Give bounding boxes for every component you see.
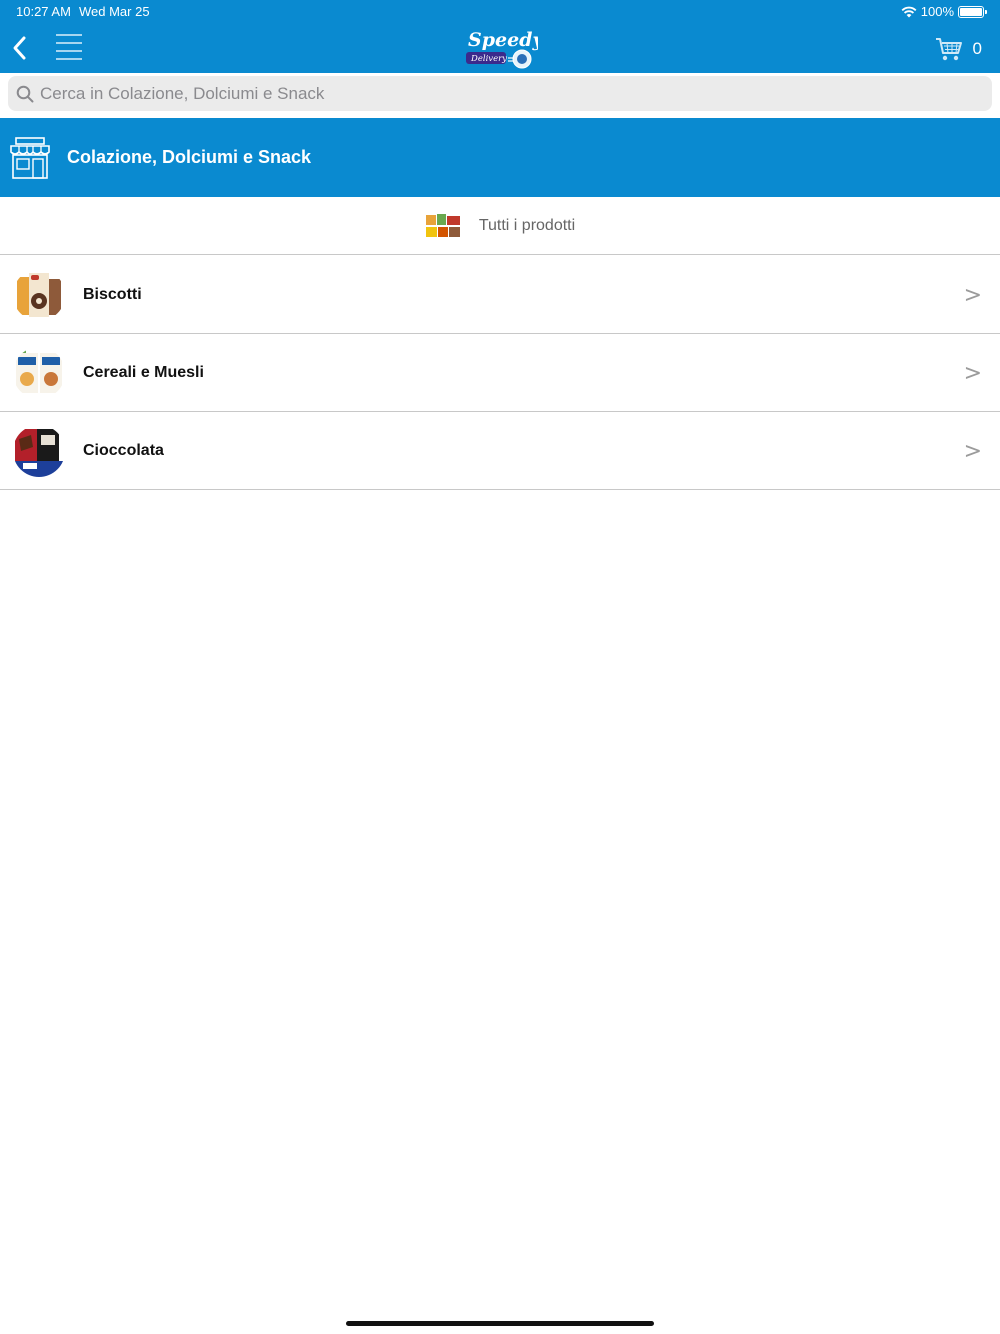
all-products-row[interactable]: Tutti i prodotti: [0, 197, 1000, 255]
svg-text:Delivery: Delivery: [470, 54, 507, 64]
biscotti-thumbnail: [13, 268, 65, 321]
cioccolata-thumbnail: [13, 424, 65, 477]
speedy-delivery-logo: Speedy Delivery: [466, 29, 538, 69]
cart-button[interactable]: 0: [935, 34, 982, 64]
products-thumbnail: [424, 212, 461, 239]
search-icon: [16, 85, 34, 102]
all-products-label: Tutti i prodotti: [478, 216, 576, 234]
status-date: Wed Mar 25: [79, 4, 150, 19]
list-item-label: Biscotti: [83, 285, 142, 303]
chevron-right-icon: >: [963, 283, 982, 308]
status-bar: 10:27 AM Wed Mar 25 100%: [16, 4, 987, 20]
store-icon: [10, 136, 50, 179]
list-item-label: Cereali e Muesli: [83, 363, 204, 381]
chevron-right-icon: >: [963, 439, 982, 464]
search-input[interactable]: [40, 83, 940, 104]
svg-text:Speedy: Speedy: [468, 29, 538, 51]
list-item-cioccolata[interactable]: Cioccolata >: [0, 412, 1000, 490]
category-header: Colazione, Dolciumi e Snack: [0, 118, 1000, 197]
wifi-icon: [901, 6, 917, 17]
battery-icon: [958, 5, 987, 18]
shopping-cart-icon: [935, 38, 962, 61]
cereali-thumbnail: [13, 346, 65, 399]
cart-count: 0: [972, 39, 982, 58]
battery-percent: 100%: [920, 4, 954, 19]
top-bar: 10:27 AM Wed Mar 25 100% Speedy Delivery: [0, 0, 1000, 73]
list-item-cereali-e-muesli[interactable]: Cereali e Muesli >: [0, 334, 1000, 412]
list-item-biscotti[interactable]: Biscotti >: [0, 256, 1000, 334]
search-bar[interactable]: [8, 76, 992, 111]
status-right: 100%: [901, 4, 987, 19]
category-title: Colazione, Dolciumi e Snack: [67, 147, 312, 167]
chevron-left-icon[interactable]: [8, 32, 32, 64]
list-item-label: Cioccolata: [83, 441, 164, 459]
chevron-right-icon: >: [963, 361, 982, 386]
home-indicator[interactable]: [346, 1321, 654, 1326]
hamburger-menu-icon[interactable]: [54, 32, 84, 62]
subcategory-list: Biscotti > Cereali e Muesli > Cioccolata: [0, 256, 1000, 490]
status-time: 10:27 AM: [16, 4, 71, 19]
